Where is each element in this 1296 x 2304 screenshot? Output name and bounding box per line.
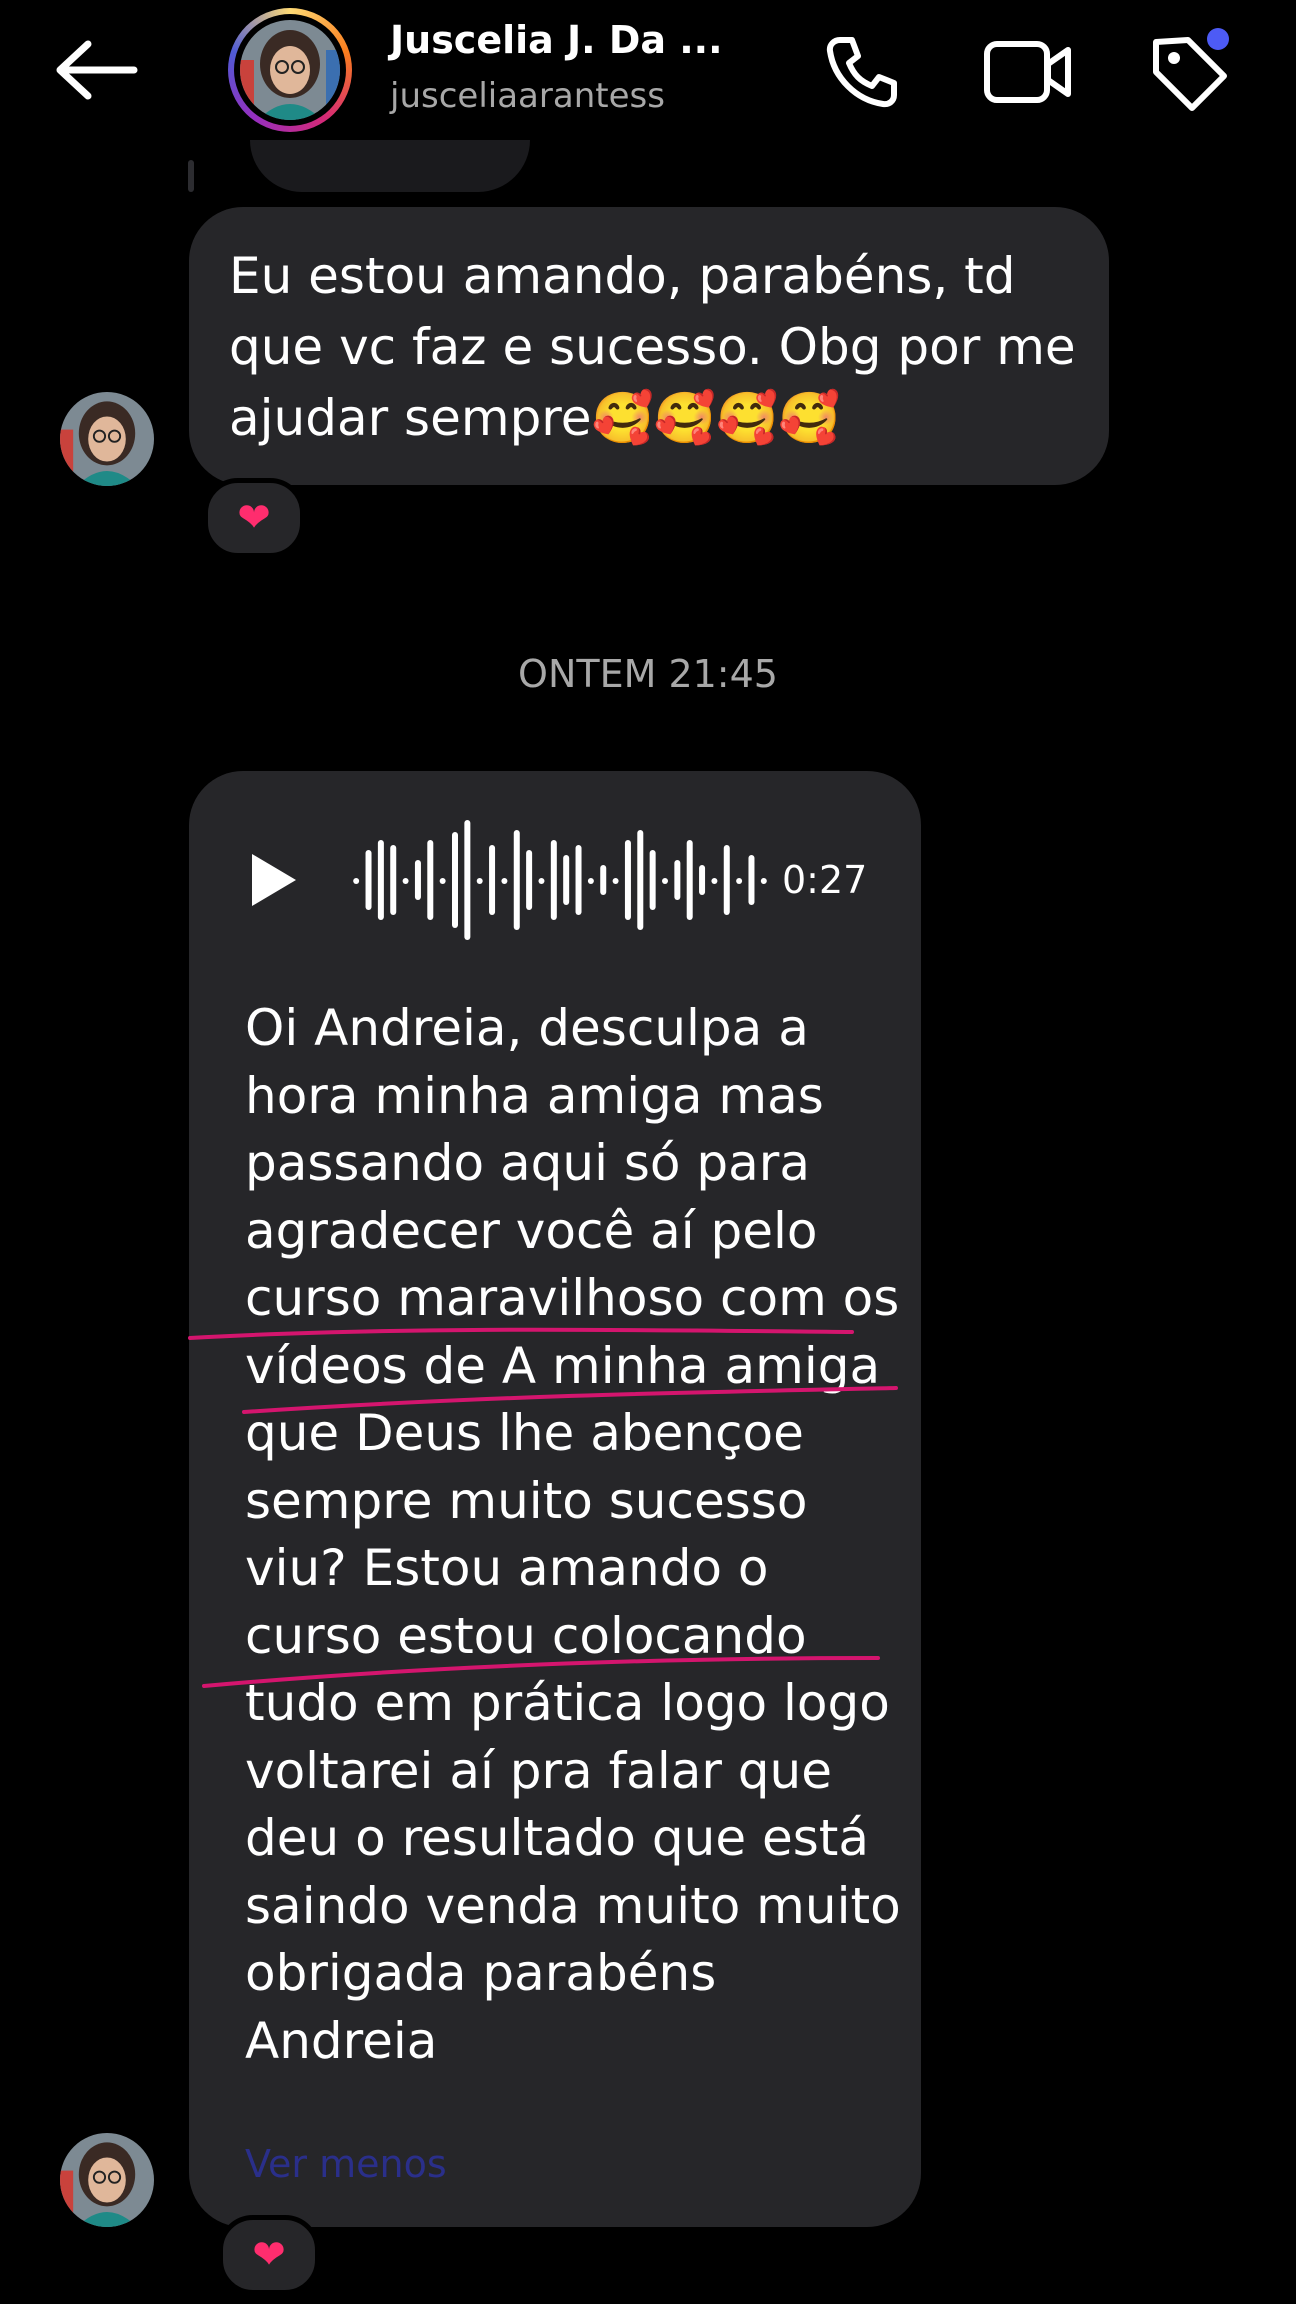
waveform-bar	[662, 878, 668, 884]
heart-reaction[interactable]: ❤	[203, 478, 305, 558]
waveform-bar	[674, 860, 681, 900]
contact-name[interactable]: Juscelia J. Da ...	[390, 18, 723, 62]
audio-duration: 0:27	[782, 858, 868, 902]
waveform-bar	[476, 878, 483, 884]
previous-message-media[interactable]	[250, 140, 530, 192]
contact-username[interactable]: jusceliaarantess	[390, 76, 665, 116]
waveform-bar	[723, 845, 730, 915]
waveform-bar	[464, 820, 471, 940]
voice-message-bubble[interactable]: Oi Andreia, desculpa a hora minha amiga …	[189, 771, 921, 2227]
sender-avatar[interactable]	[60, 2133, 154, 2227]
date-separator: ONTEM 21:45	[518, 652, 778, 696]
waveform-bar	[414, 860, 421, 900]
video-camera-icon[interactable]	[982, 36, 1074, 108]
message-text: Eu estou amando, parabéns, td que vc faz…	[229, 247, 1076, 447]
waveform-bar	[550, 840, 557, 920]
waveform-bar	[365, 850, 372, 910]
waveform-bar	[760, 878, 767, 884]
play-icon[interactable]	[246, 850, 300, 910]
waveform-bar	[600, 865, 607, 895]
audio-waveform[interactable]	[350, 808, 770, 952]
waveform-bar	[452, 832, 458, 928]
waveform-bar	[353, 878, 360, 884]
sender-avatar[interactable]	[60, 392, 154, 486]
waveform-bar	[513, 830, 520, 930]
phone-icon[interactable]	[822, 32, 902, 112]
waveform-bar	[686, 840, 693, 920]
waveform-bar	[563, 855, 570, 905]
waveform-bar	[501, 878, 508, 884]
notification-badge	[1207, 28, 1229, 50]
waveform-bar	[390, 845, 397, 915]
waveform-bar	[649, 850, 656, 910]
waveform-bar	[699, 865, 706, 895]
previous-message-edge	[188, 160, 194, 192]
waveform-bar	[736, 878, 743, 884]
waveform-bar	[748, 855, 755, 905]
waveform-bar	[538, 878, 545, 884]
waveform-bar	[526, 850, 533, 910]
waveform-bar	[624, 840, 631, 920]
waveform-bar	[711, 878, 718, 884]
see-less-link[interactable]: Ver menos	[245, 2142, 447, 2186]
voice-transcript: Oi Andreia, desculpa a hora minha amiga …	[245, 999, 901, 2070]
waveform-bar	[402, 878, 409, 884]
waveform-bar	[439, 878, 446, 884]
waveform-bar	[489, 845, 496, 915]
heart-reaction[interactable]: ❤	[218, 2215, 320, 2295]
waveform-bar	[612, 878, 619, 884]
waveform-bar	[377, 840, 384, 920]
waveform-bar	[637, 830, 644, 930]
waveform-bar	[587, 878, 594, 884]
back-arrow-icon[interactable]	[52, 38, 138, 102]
message-bubble[interactable]: Eu estou amando, parabéns, td que vc faz…	[189, 207, 1109, 485]
waveform-bar	[427, 840, 434, 920]
waveform-bar	[575, 845, 582, 915]
contact-avatar[interactable]	[228, 8, 352, 132]
